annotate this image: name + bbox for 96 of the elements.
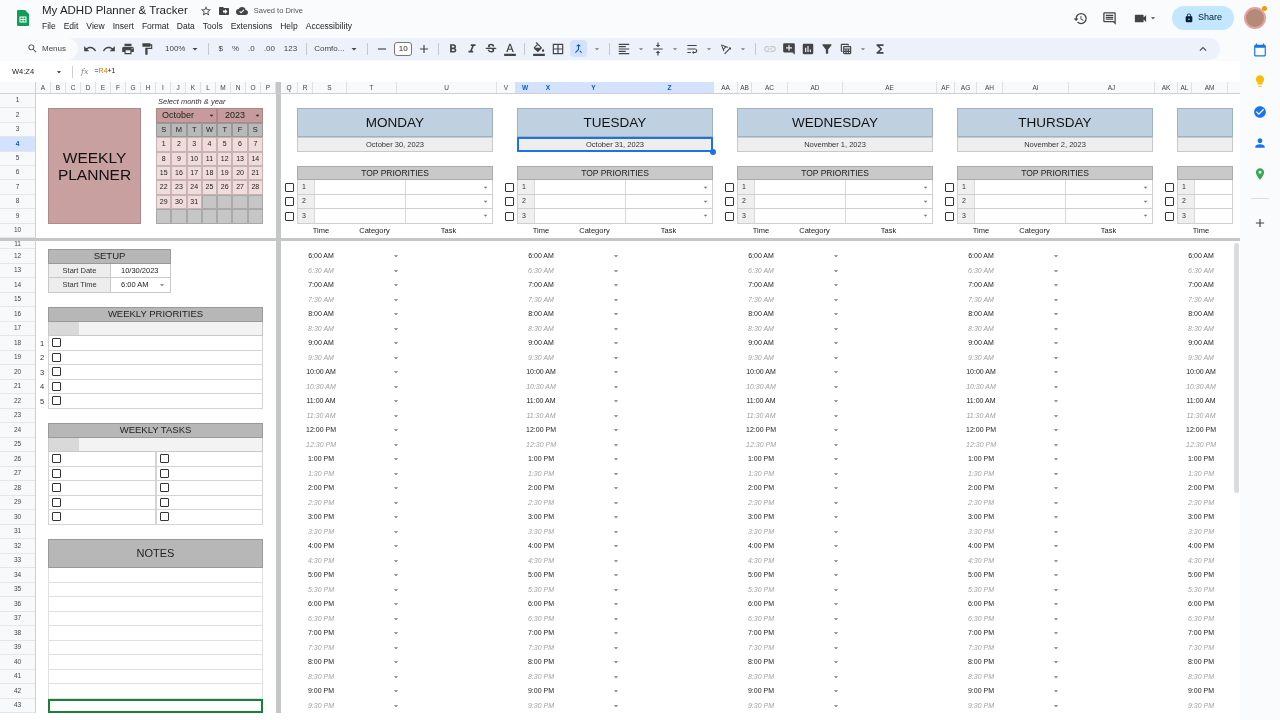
- checkbox[interactable]: [52, 468, 61, 478]
- menu-item[interactable]: View: [86, 20, 105, 33]
- checkbox[interactable]: [284, 183, 294, 193]
- checkbox[interactable]: [724, 197, 734, 207]
- history-icon[interactable]: [1073, 10, 1088, 26]
- year-dropdown[interactable]: 2023: [217, 108, 263, 123]
- day-header: [1177, 108, 1233, 138]
- align-icon[interactable]: [617, 41, 632, 56]
- checkbox[interactable]: [52, 352, 61, 362]
- menu-search-field[interactable]: Menus: [20, 37, 78, 60]
- number-format[interactable]: 123: [281, 42, 300, 55]
- section-header: TOP PRIORITIES: [517, 165, 713, 181]
- day-header: WEDNESDAY: [737, 108, 933, 138]
- section-header: WEEKLY TASKS: [48, 423, 263, 438]
- checkbox[interactable]: [1164, 197, 1174, 207]
- chart-icon[interactable]: [801, 41, 816, 56]
- checkbox[interactable]: [159, 512, 169, 522]
- checkbox[interactable]: [52, 454, 61, 464]
- section-header: WEEKLY PRIORITIES: [48, 307, 263, 322]
- checkbox[interactable]: [1164, 211, 1174, 221]
- lightbulb-icon[interactable]: [1253, 74, 1267, 88]
- checkbox[interactable]: [284, 211, 294, 221]
- function-label: fx: [81, 65, 89, 78]
- section-header: TOP PRIORITIES: [737, 165, 933, 181]
- checkbox[interactable]: [52, 483, 61, 493]
- search-icon: [27, 43, 38, 54]
- cloud-icon[interactable]: [235, 5, 248, 17]
- checkbox[interactable]: [284, 197, 294, 207]
- checkbox[interactable]: [504, 197, 514, 207]
- move-folder-icon[interactable]: [217, 5, 230, 17]
- fill-handle[interactable]: [710, 148, 716, 155]
- add-comment-icon[interactable]: [782, 41, 797, 56]
- table-icon[interactable]: [839, 41, 854, 56]
- checkbox[interactable]: [944, 211, 954, 221]
- scrollbar-thumb[interactable]: [1234, 243, 1239, 493]
- borders-icon[interactable]: [551, 41, 566, 56]
- checkbox[interactable]: [944, 197, 954, 207]
- checkbox[interactable]: [724, 211, 734, 221]
- menu-item[interactable]: Edit: [63, 20, 79, 33]
- increase-decimal[interactable]: .00: [261, 42, 277, 55]
- menu-item[interactable]: Accessibility: [305, 20, 352, 33]
- share-button[interactable]: Share: [1172, 6, 1234, 30]
- font-select[interactable]: Comfo...: [314, 42, 361, 55]
- menu-item[interactable]: File: [42, 20, 56, 33]
- checkbox[interactable]: [52, 338, 61, 348]
- planner-title: WEEKLY PLANNER: [48, 108, 141, 225]
- checkbox[interactable]: [52, 396, 61, 406]
- comment-icon[interactable]: [1102, 10, 1117, 26]
- print-icon[interactable]: [121, 41, 135, 56]
- checkbox[interactable]: [52, 381, 61, 391]
- document-title[interactable]: My ADHD Planner & Tracker: [42, 2, 188, 20]
- menu-item[interactable]: Insert: [112, 20, 134, 33]
- section-header: SETUP: [48, 249, 171, 264]
- avatar[interactable]: [1244, 7, 1266, 29]
- checkbox[interactable]: [159, 468, 169, 478]
- checkbox[interactable]: [1164, 183, 1174, 193]
- day-header: TUESDAY: [517, 108, 713, 138]
- star-icon[interactable]: [199, 5, 212, 17]
- checkbox[interactable]: [52, 497, 61, 507]
- day-header: MONDAY: [297, 108, 493, 138]
- sheets-logo-icon[interactable]: [17, 10, 29, 26]
- checkbox[interactable]: [159, 497, 169, 507]
- font-size-field[interactable]: 10: [394, 41, 413, 56]
- fill-color-icon[interactable]: [532, 41, 547, 56]
- paint-format-icon[interactable]: [140, 41, 154, 56]
- date-cell[interactable]: [1177, 137, 1233, 152]
- calendar-icon[interactable]: [1253, 43, 1267, 57]
- checkbox[interactable]: [504, 211, 514, 221]
- section-header: NOTES: [48, 539, 263, 568]
- section-header: TOP PRIORITIES: [957, 165, 1153, 181]
- checkbox[interactable]: [52, 367, 61, 377]
- text-color-icon[interactable]: [503, 41, 518, 56]
- map-pin-icon[interactable]: [1253, 167, 1267, 181]
- lock-icon: [1184, 13, 1194, 23]
- month-dropdown[interactable]: October: [156, 108, 217, 123]
- currency-format[interactable]: $: [216, 42, 225, 55]
- checkbox[interactable]: [159, 454, 169, 464]
- menu-item[interactable]: Tools: [202, 20, 223, 33]
- merge-cells-icon[interactable]: [570, 40, 588, 57]
- person-icon[interactable]: [1253, 136, 1267, 150]
- menu-item[interactable]: Extensions: [230, 20, 273, 33]
- checkbox[interactable]: [944, 183, 954, 193]
- checkbox[interactable]: [52, 512, 61, 522]
- checkbox[interactable]: [724, 183, 734, 193]
- checkbox[interactable]: [504, 183, 514, 193]
- menu-item[interactable]: Data: [176, 20, 195, 33]
- zoom-select[interactable]: 100%: [165, 42, 202, 55]
- section-header: TOP PRIORITIES: [297, 165, 493, 181]
- menu-item[interactable]: Help: [280, 20, 298, 33]
- vertical-align-icon[interactable]: [651, 41, 666, 56]
- percent-format[interactable]: %: [229, 42, 242, 55]
- day-header: THURSDAY: [957, 108, 1153, 138]
- decrease-decimal[interactable]: .0: [246, 42, 257, 55]
- menu-item[interactable]: Format: [141, 20, 169, 33]
- checkbox[interactable]: [159, 483, 169, 493]
- add-icon[interactable]: [1253, 216, 1267, 230]
